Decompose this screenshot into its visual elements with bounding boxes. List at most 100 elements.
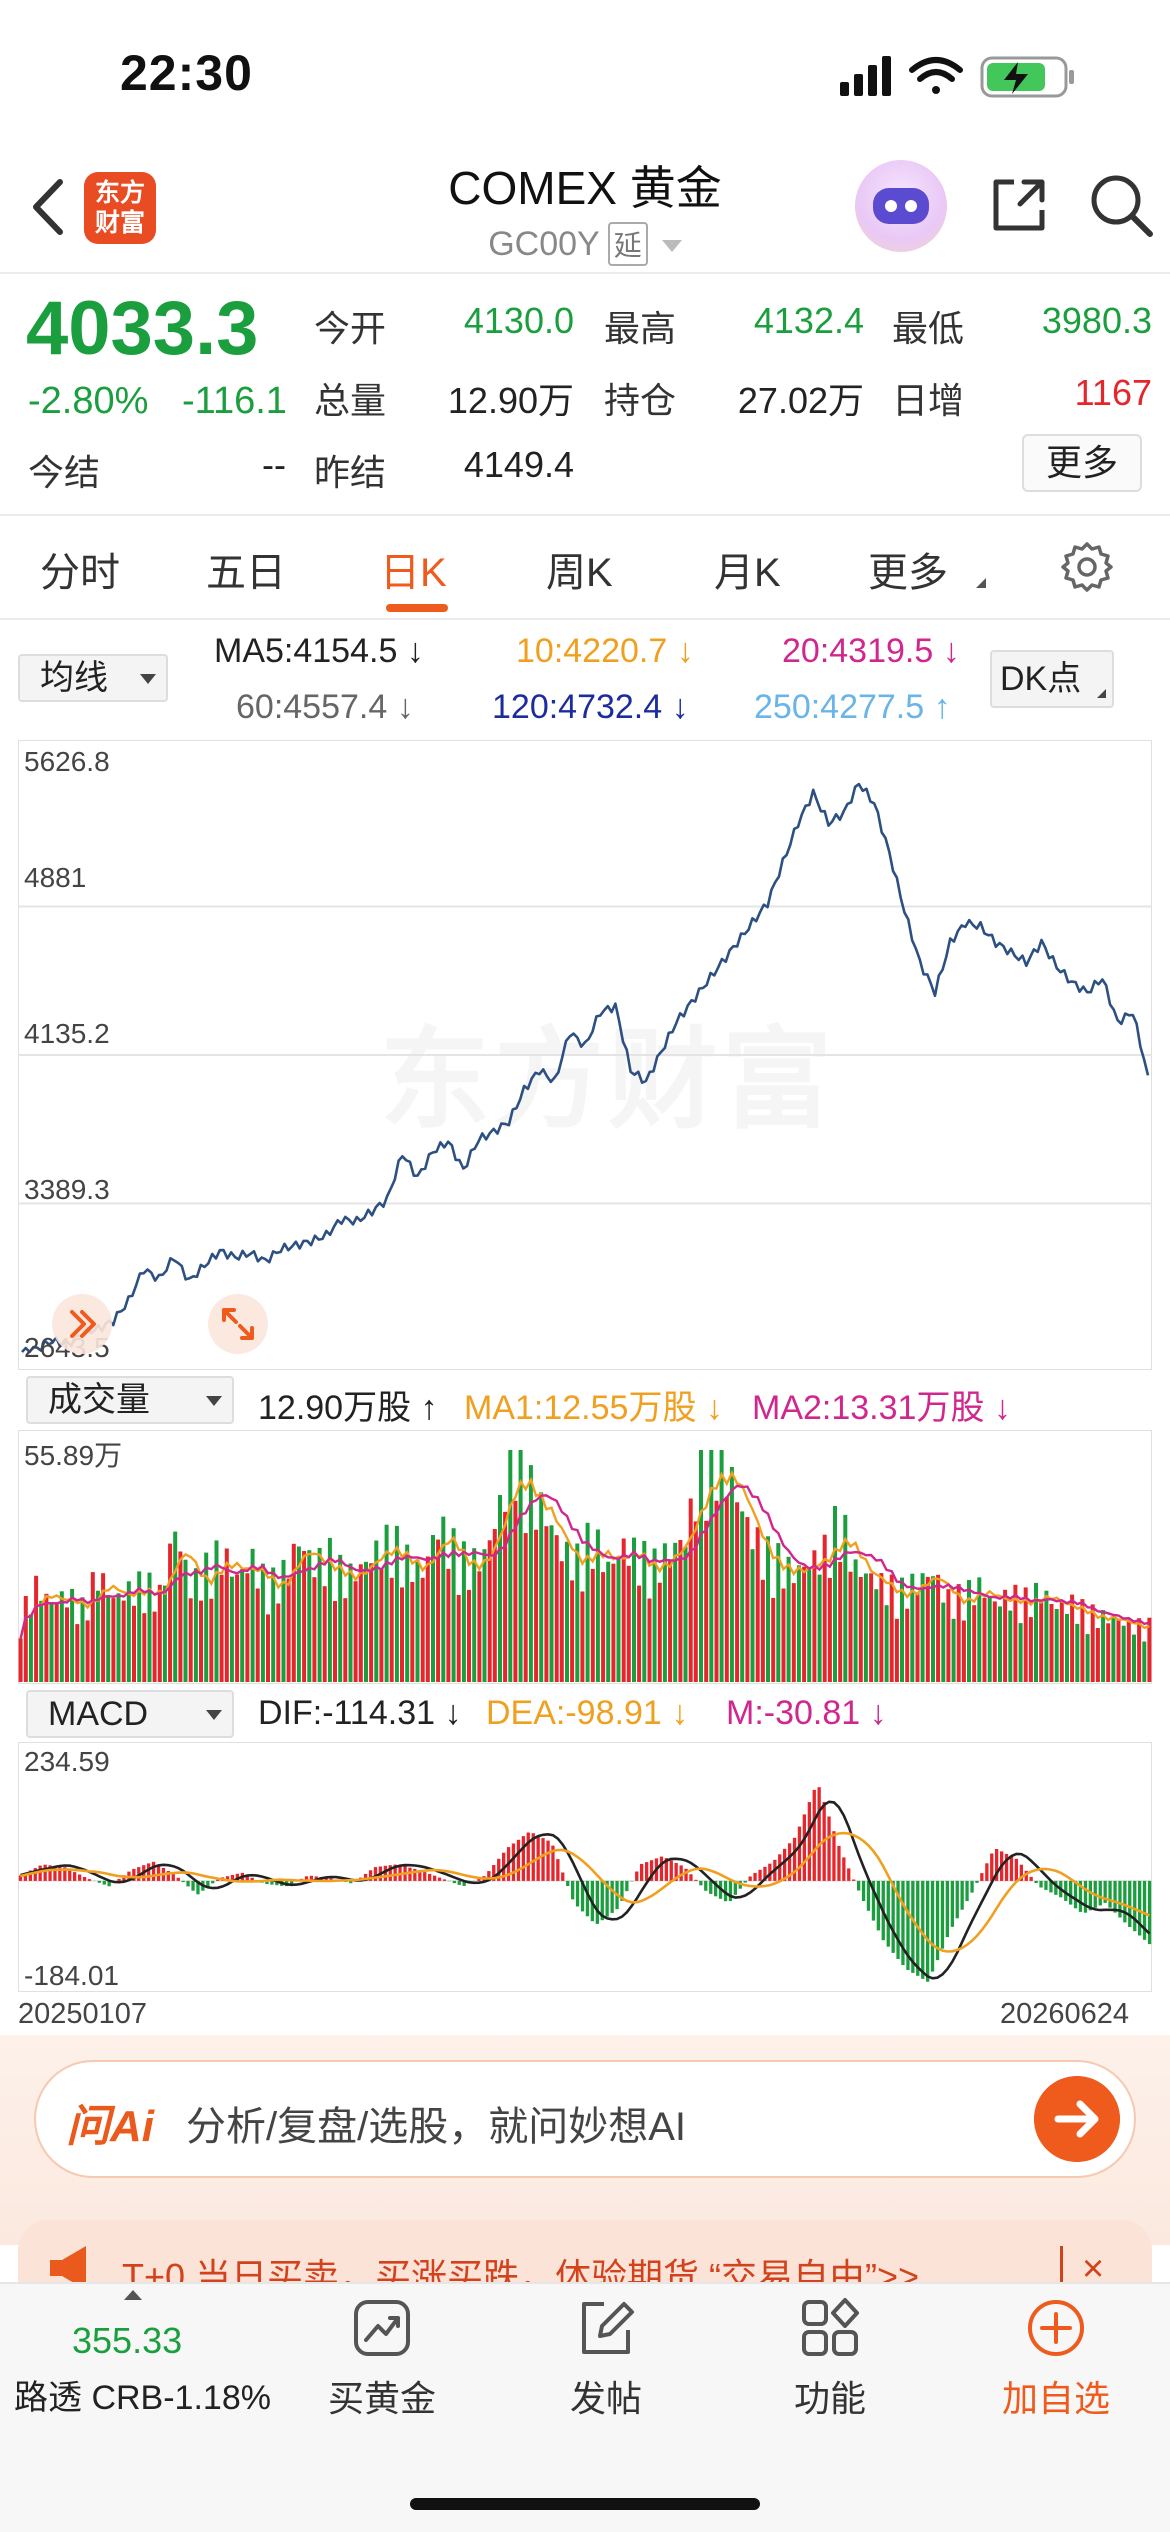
macd-bar — [694, 1879, 698, 1881]
volume-bar — [245, 1573, 250, 1682]
more-quote-button[interactable]: 更多 — [1022, 434, 1142, 492]
macd-bar — [743, 1880, 747, 1883]
volume-bar — [590, 1568, 595, 1682]
quote-value-prev-settle: 4149.4 — [463, 444, 574, 485]
fullscreen-icon[interactable] — [206, 1292, 270, 1356]
nav-functions[interactable]: 功能 — [750, 2370, 910, 2422]
tab-five-day[interactable]: 五日 — [206, 540, 286, 598]
buy-gold-icon[interactable] — [350, 2296, 414, 2360]
tab-intraday[interactable]: 分时 — [40, 540, 120, 598]
dropdown-icon — [206, 1710, 222, 1720]
volume-bar — [400, 1587, 404, 1682]
macd-bar — [423, 1872, 427, 1881]
volume-bar — [786, 1556, 791, 1682]
arrow-right-icon[interactable] — [1034, 2076, 1120, 2162]
volume-bar — [214, 1540, 219, 1682]
nav-add-watchlist[interactable]: 加自选 — [976, 2370, 1136, 2422]
volume-bar — [405, 1544, 410, 1682]
tab-weekly-k[interactable]: 周K — [546, 540, 613, 598]
volume-bar — [472, 1548, 477, 1682]
macd-dea: DEA:-98.91 ↓ — [486, 1694, 689, 1732]
macd-bar — [945, 1880, 949, 1938]
macd-bar — [704, 1880, 708, 1891]
volume-bar — [632, 1537, 636, 1682]
price-axis-tick-4: 3389.3 — [24, 1174, 110, 1205]
macd-bar — [1138, 1880, 1142, 1936]
search-icon[interactable] — [1086, 170, 1156, 240]
ai-logo: 问Ai — [66, 2102, 154, 2151]
volume-bar — [121, 1600, 126, 1682]
index-name-change[interactable]: 路透 CRB-1.18% — [14, 2370, 271, 2419]
macd-bar — [645, 1862, 649, 1881]
add-watchlist-icon[interactable] — [1024, 2296, 1088, 2360]
volume-bar — [1070, 1594, 1075, 1682]
macd-bar — [807, 1802, 811, 1881]
tab-more[interactable]: 更多 — [868, 540, 948, 598]
macd-bar — [176, 1877, 180, 1881]
volume-bar — [1132, 1634, 1136, 1682]
ai-assistant-avatar[interactable] — [855, 160, 947, 252]
volume-bar — [498, 1495, 502, 1682]
volume-bar — [1106, 1623, 1111, 1682]
volume-bar — [585, 1522, 590, 1682]
functions-icon[interactable] — [798, 2296, 862, 2360]
macd-bar — [78, 1874, 82, 1881]
volume-bar — [1003, 1589, 1008, 1682]
volume-bar — [719, 1450, 724, 1682]
macd-indicator-selector[interactable]: MACD — [26, 1690, 234, 1738]
volume-chart[interactable] — [18, 1430, 1152, 1684]
tab-monthly-k[interactable]: 月K — [714, 540, 781, 598]
caret-up-icon[interactable] — [124, 2290, 142, 2300]
macd-bar — [926, 1880, 930, 1982]
quote-label-settle: 今结 — [28, 452, 101, 493]
volume-bar — [528, 1465, 533, 1682]
ai-input-placeholder[interactable]: 分析/复盘/选股，就问妙想AI — [186, 2094, 686, 2152]
volume-bar — [343, 1598, 348, 1682]
macd-bar — [940, 1880, 945, 1949]
dk-point-label: DK点 — [1000, 660, 1082, 698]
price-axis-max: 5626.8 — [24, 746, 110, 777]
macd-bar — [1098, 1880, 1102, 1906]
nav-buy-gold[interactable]: 买黄金 — [302, 2370, 462, 2422]
macd-chart[interactable] — [18, 1742, 1152, 1992]
tab-daily-k[interactable]: 日K — [380, 540, 447, 598]
quote-value-high: 4132.4 — [753, 300, 864, 341]
volume-bar — [1049, 1604, 1054, 1682]
index-value[interactable]: 355.33 — [72, 2320, 182, 2362]
date-end: 20260624 — [1000, 1998, 1130, 2030]
volume-bar — [1085, 1634, 1090, 1682]
price-chart[interactable] — [18, 740, 1152, 1370]
active-tab-indicator — [386, 604, 448, 612]
volume-bar — [353, 1581, 358, 1682]
volume-bar — [28, 1614, 33, 1682]
macd-bar — [852, 1879, 856, 1881]
volume-bar — [152, 1611, 157, 1682]
indicator-selector-ma[interactable]: 均线 — [18, 654, 168, 702]
volume-bar — [802, 1566, 807, 1682]
volume-bar — [915, 1592, 920, 1682]
volume-bar — [1080, 1599, 1085, 1682]
macd-bar — [43, 1864, 47, 1881]
expand-left-icon[interactable] — [50, 1292, 114, 1356]
macd-bar — [861, 1880, 866, 1901]
macd-bar — [842, 1857, 846, 1881]
volume-bar — [173, 1531, 178, 1682]
volume-bar — [771, 1597, 776, 1682]
volume-bar — [894, 1618, 899, 1682]
volume-bar — [879, 1573, 884, 1682]
settings-icon[interactable] — [1060, 540, 1114, 594]
dropdown-icon — [140, 674, 156, 684]
chevron-down-icon — [661, 240, 682, 253]
volume-bar — [95, 1590, 100, 1682]
dk-point-button[interactable]: DK点 — [990, 650, 1114, 708]
macd-bar — [521, 1836, 525, 1881]
volume-indicator-selector[interactable]: 成交量 — [26, 1376, 234, 1424]
macd-bar — [901, 1880, 905, 1966]
macd-dif-line — [20, 1800, 1151, 1980]
post-icon[interactable] — [574, 2296, 638, 2360]
macd-bar — [102, 1880, 106, 1885]
share-icon[interactable] — [984, 170, 1054, 240]
macd-m: M:-30.81 ↓ — [726, 1694, 887, 1732]
nav-post[interactable]: 发帖 — [526, 2370, 686, 2422]
macd-bar — [783, 1848, 787, 1881]
